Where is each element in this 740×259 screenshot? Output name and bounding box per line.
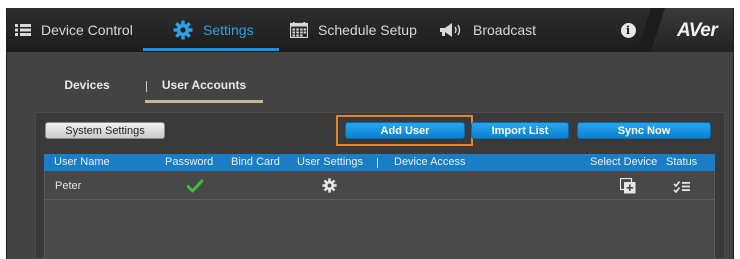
user-table-body: Peter <box>44 171 715 259</box>
table-row[interactable]: Peter <box>45 171 714 200</box>
nav-label-broadcast: Broadcast <box>473 22 537 38</box>
nav-label-schedule-setup: Schedule Setup <box>318 22 417 38</box>
user-accounts-panel: System Settings Add User Import List Syn… <box>35 112 725 259</box>
list-icon <box>15 23 31 37</box>
calendar-icon <box>290 22 308 38</box>
top-navigation-bar: Device Control Settings Schedule Setup B… <box>7 8 733 52</box>
active-nav-indicator <box>143 48 279 51</box>
system-settings-button[interactable]: System Settings <box>45 122 165 139</box>
nav-label-settings: Settings <box>203 22 254 38</box>
tab-user-accounts[interactable]: User Accounts <box>145 68 263 102</box>
column-header-device-access[interactable]: Device Access <box>394 154 466 171</box>
import-list-button[interactable]: Import List <box>471 122 569 139</box>
add-user-button[interactable]: Add User <box>345 122 465 139</box>
user-name-cell: Peter <box>55 179 82 192</box>
column-header-user-name[interactable]: User Name <box>54 154 110 171</box>
password-set-check-icon <box>187 171 203 200</box>
tab-devices[interactable]: Devices <box>49 68 125 102</box>
column-header-select-device[interactable]: Select Device <box>590 154 657 171</box>
add-device-icon[interactable] <box>619 171 637 200</box>
user-settings-gear-icon[interactable] <box>321 171 337 200</box>
app-window: Device Control Settings Schedule Setup B… <box>6 8 734 259</box>
nav-item-device-control[interactable]: Device Control <box>15 8 133 52</box>
settings-subtabs: Devices User Accounts <box>7 68 733 103</box>
nav-label-device-control: Device Control <box>41 22 133 38</box>
info-icon: i <box>620 22 636 38</box>
nav-item-schedule-setup[interactable]: Schedule Setup <box>290 8 417 52</box>
active-tab-indicator <box>145 100 263 103</box>
column-header-password[interactable]: Password <box>165 154 213 171</box>
sync-list-icon[interactable] <box>673 171 691 200</box>
column-divider <box>377 158 378 168</box>
column-header-status[interactable]: Status <box>666 154 697 171</box>
nav-item-broadcast[interactable]: Broadcast <box>439 8 536 52</box>
table-header: User Name Password Bind Card User Settin… <box>44 154 715 171</box>
column-header-user-settings[interactable]: User Settings <box>297 154 363 171</box>
brand-name: AVer <box>677 20 718 41</box>
gear-icon <box>173 20 193 40</box>
brand-logo: AVer <box>636 8 733 52</box>
tab-devices-label: Devices <box>64 78 110 92</box>
megaphone-icon <box>439 22 463 38</box>
column-header-bind-card[interactable]: Bind Card <box>231 154 280 171</box>
tab-user-accounts-label: User Accounts <box>161 78 247 92</box>
sync-now-button[interactable]: Sync Now <box>577 122 711 139</box>
nav-item-settings[interactable]: Settings <box>173 8 254 52</box>
